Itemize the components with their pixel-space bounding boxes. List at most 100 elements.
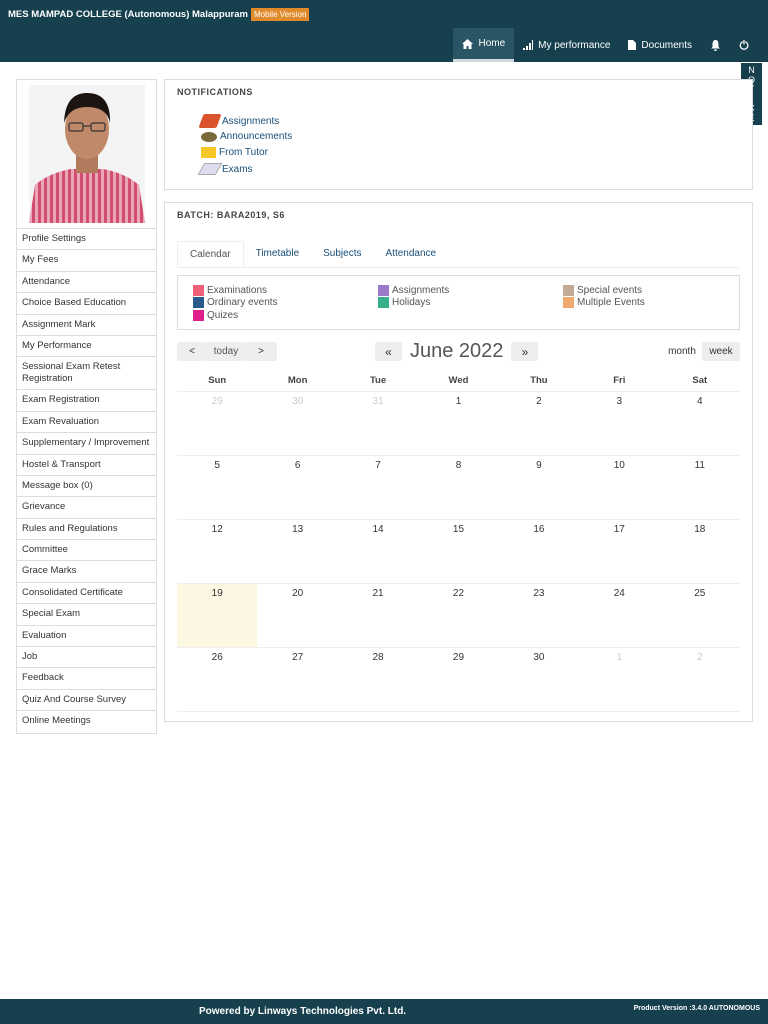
calendar-day[interactable]: 11 <box>659 454 740 519</box>
calendar-day[interactable]: 17 <box>579 518 660 583</box>
prev-month-button[interactable]: < <box>177 342 207 361</box>
nav-home-label: Home <box>478 38 506 49</box>
calendar-day[interactable]: 9 <box>498 454 580 519</box>
calendar-day[interactable]: 2 <box>498 390 580 455</box>
sidebar-item[interactable]: Sessional Exam Retest Registration <box>17 357 156 391</box>
tab-attendance[interactable]: Attendance <box>374 241 449 267</box>
next-year-button[interactable]: » <box>511 342 539 361</box>
calendar-day[interactable]: 30 <box>257 390 338 455</box>
tab-timetable[interactable]: Timetable <box>244 241 312 267</box>
main-nav: Home My performance Documents <box>453 28 758 62</box>
sidebar-item[interactable]: Special Exam <box>17 604 156 626</box>
sidebar-item[interactable]: Exam Registration <box>17 390 156 412</box>
sidebar-item[interactable]: Rules and Regulations <box>17 519 156 541</box>
legend-label: Multiple Events <box>577 297 645 309</box>
legend-item: Examinations <box>193 284 378 297</box>
calendar-day[interactable]: 3 <box>579 390 660 455</box>
sidebar-item[interactable]: Grace Marks <box>17 561 156 583</box>
calendar-day[interactable]: 16 <box>498 518 580 583</box>
mobile-version-badge[interactable]: Mobile Version <box>250 8 310 21</box>
calendar-day[interactable]: 24 <box>579 582 660 647</box>
calendar-day[interactable]: 22 <box>418 582 499 647</box>
nav-home[interactable]: Home <box>453 28 515 62</box>
weekday-header: Tue <box>369 375 387 387</box>
bar-chart-icon <box>523 40 534 50</box>
document-icon <box>628 40 637 50</box>
legend-swatch <box>193 309 204 321</box>
notifications-panel: NOTIFICATIONS Assignments Announcements … <box>164 79 753 190</box>
calendar-day[interactable]: 15 <box>418 518 499 583</box>
calendar-week: 29 30 31 1 2 3 4 <box>177 390 740 455</box>
legend-label: Ordinary events <box>207 297 278 309</box>
sidebar-item[interactable]: Profile Settings <box>17 229 156 251</box>
calendar-day[interactable]: 10 <box>579 454 660 519</box>
calendar-day[interactable]: 1 <box>418 390 499 455</box>
notification-label: Assignments <box>222 115 280 127</box>
calendar-day[interactable]: 12 <box>177 518 258 583</box>
calendar-day[interactable]: 18 <box>659 518 740 583</box>
legend-label: Special events <box>577 284 643 296</box>
next-month-button[interactable]: > <box>245 342 277 361</box>
sidebar-item[interactable]: Feedback <box>17 668 156 690</box>
tab-subjects[interactable]: Subjects <box>311 241 373 267</box>
sidebar-item[interactable]: Online Meetings <box>17 711 156 732</box>
calendar-day[interactable]: 8 <box>418 454 499 519</box>
logout-button[interactable] <box>730 28 758 62</box>
sidebar-item[interactable]: Assignment Mark <box>17 315 156 336</box>
calendar-day[interactable]: 13 <box>257 518 338 583</box>
nav-my-performance[interactable]: My performance <box>514 28 619 62</box>
sidebar-item[interactable]: Consolidated Certificate <box>17 583 156 605</box>
calendar-day[interactable]: 14 <box>337 518 419 583</box>
calendar-day[interactable]: 27 <box>257 646 338 712</box>
calendar-day[interactable]: 20 <box>257 582 338 647</box>
legend-swatch <box>563 297 574 309</box>
prev-year-button[interactable]: « <box>375 342 402 361</box>
calendar-day[interactable]: 31 <box>337 390 419 455</box>
sidebar-item[interactable]: Supplementary / Improvement <box>17 433 156 455</box>
legend-label: Assignments <box>392 284 450 296</box>
month-view-button[interactable]: month <box>662 342 702 361</box>
notification-from-tutor[interactable]: From Tutor <box>201 147 268 158</box>
calendar-legend: Examinations Assignments Special events Ord… <box>177 275 740 330</box>
legend-item: Ordinary events <box>193 297 378 310</box>
sidebar-item[interactable]: Job <box>17 647 156 669</box>
notification-assignments[interactable]: Assignments <box>198 114 280 128</box>
calendar-day[interactable]: 21 <box>337 582 419 647</box>
calendar-day[interactable]: 4 <box>659 390 740 455</box>
calendar-day[interactable]: 1 <box>579 646 660 712</box>
calendar-day[interactable]: 6 <box>257 454 338 519</box>
calendar-day[interactable]: 2 <box>659 646 740 712</box>
sidebar-item[interactable]: My Performance <box>17 336 156 358</box>
college-name: MES MAMPAD COLLEGE (Autonomous) Malappur… <box>8 9 248 20</box>
tab-calendar[interactable]: Calendar <box>177 241 244 267</box>
calendar-day[interactable]: 28 <box>337 646 419 712</box>
calendar-day[interactable]: 30 <box>498 646 580 712</box>
calendar-day[interactable]: 25 <box>659 582 740 647</box>
sidebar-item[interactable]: My Fees <box>17 250 156 272</box>
bell-icon <box>711 39 720 51</box>
sidebar-item[interactable]: Hostel & Transport <box>17 455 156 476</box>
notification-exams[interactable]: Exams <box>197 163 253 175</box>
sidebar-item[interactable]: Committee <box>17 540 156 562</box>
college-title: MES MAMPAD COLLEGE (Autonomous) Malappur… <box>8 8 310 21</box>
legend-item: Holidays <box>378 297 563 310</box>
nav-documents[interactable]: Documents <box>619 28 701 62</box>
sidebar-item[interactable]: Evaluation <box>17 626 156 648</box>
sidebar-item[interactable]: Grievance <box>17 497 156 519</box>
calendar-day[interactable]: 23 <box>498 582 580 647</box>
calendar-day[interactable]: 29 <box>418 646 499 712</box>
notifications-bell-button[interactable] <box>701 28 730 62</box>
sidebar-item[interactable]: Quiz And Course Survey <box>17 690 156 712</box>
calendar-day[interactable]: 7 <box>337 454 419 519</box>
calendar-day[interactable]: 19 <box>177 582 258 647</box>
sidebar-item[interactable]: Exam Revaluation <box>17 412 156 434</box>
sidebar-item[interactable]: Attendance <box>17 272 156 294</box>
week-view-button[interactable]: week <box>702 342 740 361</box>
calendar-day[interactable]: 26 <box>177 646 258 712</box>
calendar-day[interactable]: 5 <box>177 454 258 519</box>
notification-announcements[interactable]: Announcements <box>201 131 292 142</box>
sidebar-item[interactable]: Choice Based Education <box>17 293 156 315</box>
sidebar-item[interactable]: Message box (0) <box>17 476 156 498</box>
calendar-day[interactable]: 29 <box>177 390 258 455</box>
today-button[interactable]: today <box>207 342 245 361</box>
